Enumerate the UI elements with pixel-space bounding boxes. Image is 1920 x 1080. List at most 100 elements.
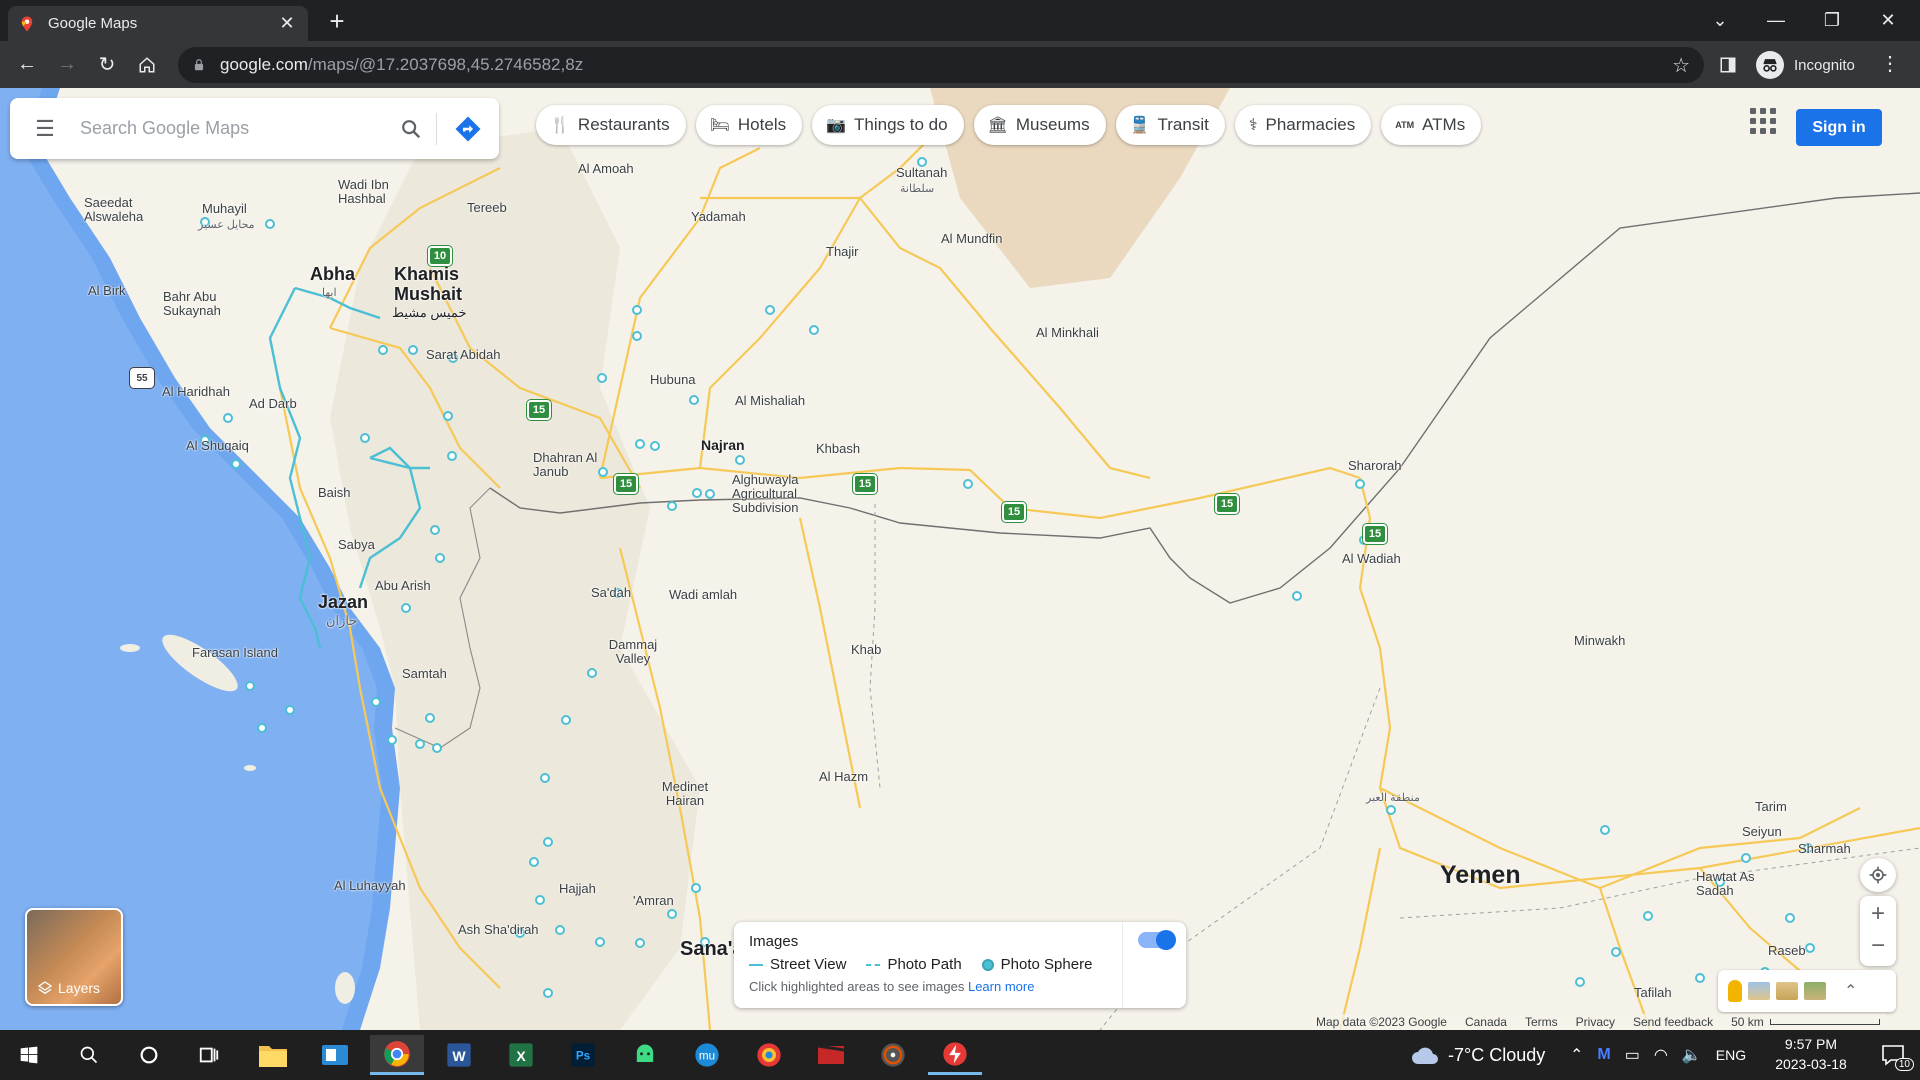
flash-app-icon[interactable]: [928, 1035, 982, 1075]
country-link[interactable]: Canada: [1465, 1015, 1507, 1029]
my-location-button[interactable]: [1860, 858, 1896, 892]
map-label-sharorah: Sharorah: [1348, 458, 1402, 473]
layers-button[interactable]: Layers: [25, 908, 123, 1006]
word-app-icon[interactable]: W: [432, 1035, 486, 1075]
chip-label: Pharmacies: [1265, 115, 1356, 134]
chip-hotels[interactable]: 🛏 Hotels: [695, 105, 803, 145]
minimize-button[interactable]: —: [1748, 0, 1804, 40]
disc-app-icon[interactable]: [866, 1035, 920, 1075]
hamburger-menu-icon[interactable]: ☰: [10, 116, 80, 142]
cortana-icon[interactable]: [122, 1035, 176, 1075]
close-window-button[interactable]: ✕: [1860, 0, 1916, 40]
chip-transit[interactable]: 🚆 Transit: [1115, 105, 1225, 145]
map-canvas[interactable]: Abha ابها Khamis Mushait خميس مشيط Jazan…: [0, 88, 1920, 1030]
media-app-icon[interactable]: [804, 1035, 858, 1075]
images-toggle[interactable]: [1138, 930, 1176, 950]
thumbnail[interactable]: [1804, 982, 1826, 1000]
pegman-icon[interactable]: [1728, 980, 1742, 1002]
file-explorer-icon[interactable]: [246, 1035, 300, 1075]
restore-button[interactable]: ❐: [1804, 0, 1860, 40]
photoshop-app-icon[interactable]: Ps: [556, 1035, 610, 1075]
bookmark-star-icon[interactable]: ☆: [1672, 53, 1690, 78]
scale-bar[interactable]: 50 km: [1731, 1015, 1880, 1029]
outlook-app-icon[interactable]: [308, 1035, 362, 1075]
legend-street-view: Street View: [749, 956, 846, 973]
home-button[interactable]: [127, 45, 167, 85]
forward-button[interactable]: →: [47, 45, 87, 85]
malwarebytes-icon[interactable]: M: [1597, 1046, 1610, 1064]
chrome-app-icon[interactable]: [370, 1035, 424, 1075]
side-panel-icon[interactable]: [1708, 45, 1748, 85]
battery-icon[interactable]: ▭: [1625, 1045, 1640, 1065]
bed-icon: 🛏: [709, 117, 730, 134]
wifi-icon[interactable]: ◠: [1654, 1045, 1668, 1065]
layers-icon: [37, 981, 53, 995]
tab-close-icon[interactable]: ✕: [276, 13, 298, 34]
photo-sphere-dot-icon: [981, 958, 994, 971]
show-hidden-icons-icon[interactable]: ⌃: [1570, 1045, 1583, 1065]
svg-text:mu: mu: [699, 1050, 715, 1063]
chip-museums[interactable]: 🏛 Museums: [973, 105, 1106, 145]
chip-pharmacies[interactable]: ⚕ Pharmacies: [1234, 105, 1372, 145]
lock-icon[interactable]: [192, 58, 206, 72]
svg-text:W: W: [452, 1048, 466, 1064]
svg-text:Ps: Ps: [576, 1050, 590, 1063]
map-label-sadah: Sa'dah: [591, 585, 632, 600]
search-input[interactable]: [80, 118, 386, 139]
task-view-icon[interactable]: [182, 1035, 236, 1075]
images-hint: Click highlighted areas to see images Le…: [749, 979, 1034, 994]
map-data-label: Map data ©2023 Google: [1316, 1015, 1447, 1029]
train-icon: 🚆: [1129, 117, 1150, 134]
thumbnail[interactable]: [1748, 982, 1770, 1000]
notifications-button[interactable]: 10: [1866, 1035, 1920, 1075]
feedback-link[interactable]: Send feedback: [1633, 1015, 1713, 1029]
browser-tab[interactable]: Google Maps ✕: [8, 6, 308, 41]
tab-search-icon[interactable]: ⌄: [1692, 0, 1748, 40]
map-label-al-mundfin: Al Mundfin: [941, 231, 1003, 246]
map-label-jazan[interactable]: Jazan: [318, 592, 368, 612]
map-label-najran[interactable]: Najran: [701, 438, 745, 452]
address-bar[interactable]: google.com/maps/@17.2037698,45.2746582,8…: [178, 47, 1704, 83]
search-taskbar-icon[interactable]: [62, 1035, 116, 1075]
new-tab-button[interactable]: +: [322, 6, 352, 36]
incognito-profile[interactable]: Incognito: [1756, 49, 1855, 81]
back-button[interactable]: ←: [7, 45, 47, 85]
map-label-abha[interactable]: Abha: [310, 264, 355, 284]
zoom-in-button[interactable]: +: [1871, 897, 1885, 931]
thumbnail[interactable]: [1776, 982, 1798, 1000]
chip-atms[interactable]: ATM ATMs: [1381, 105, 1482, 145]
privacy-link[interactable]: Privacy: [1576, 1015, 1615, 1029]
chip-restaurants[interactable]: 🍴 Restaurants: [536, 105, 686, 145]
excel-app-icon[interactable]: X: [494, 1035, 548, 1075]
gradient-app-icon[interactable]: [742, 1035, 796, 1075]
google-apps-icon[interactable]: [1748, 106, 1778, 136]
volume-icon[interactable]: 🔈: [1682, 1045, 1702, 1065]
map-label-tafilah: Tafilah: [1634, 985, 1672, 1000]
zoom-out-button[interactable]: −: [1871, 931, 1885, 965]
map-label-yemen[interactable]: Yemen: [1440, 863, 1521, 888]
mu-app-icon[interactable]: mu: [680, 1035, 734, 1075]
start-button[interactable]: [2, 1035, 56, 1075]
weather-widget[interactable]: -7°C Cloudy: [1410, 1030, 1545, 1080]
expand-chevron-icon[interactable]: ⌃: [1844, 981, 1857, 1001]
directions-button[interactable]: [437, 114, 499, 144]
map-label-khamis-ar: خميس مشيط: [392, 305, 467, 320]
taskbar-clock[interactable]: 9:57 PM 2023-03-18: [1756, 1034, 1866, 1074]
android-app-icon[interactable]: [618, 1035, 672, 1075]
reload-button[interactable]: ↻: [87, 45, 127, 85]
legend-label: Photo Sphere: [1000, 956, 1093, 973]
map-label-hajjah: Hajjah: [559, 881, 596, 896]
chip-things-to-do[interactable]: 📷 Things to do: [812, 105, 964, 145]
fork-knife-icon: 🍴: [550, 117, 570, 134]
highway-shield: 15: [853, 474, 877, 494]
browser-menu-icon[interactable]: ⋮: [1880, 51, 1900, 76]
terms-link[interactable]: Terms: [1525, 1015, 1558, 1029]
learn-more-link[interactable]: Learn more: [968, 979, 1034, 994]
tab-title: Google Maps: [48, 15, 138, 32]
sign-in-button[interactable]: Sign in: [1796, 109, 1882, 146]
map-label-khamis[interactable]: Khamis Mushait: [394, 264, 474, 304]
language-indicator[interactable]: ENG: [1716, 1047, 1746, 1063]
url-host: google.com: [220, 55, 308, 74]
search-icon[interactable]: [386, 118, 436, 140]
highway-shield: 15: [1002, 502, 1026, 522]
